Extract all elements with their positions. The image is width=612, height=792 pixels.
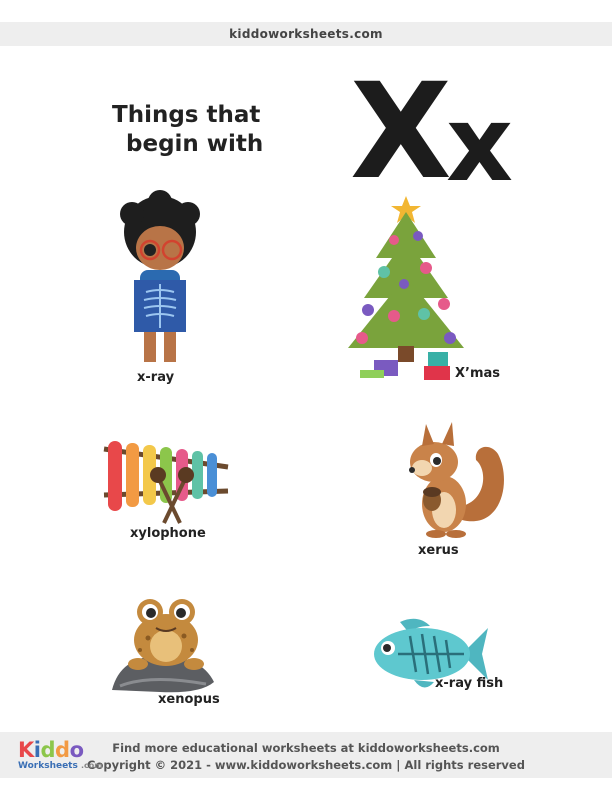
item-label-xylophone: xylophone [130,526,206,541]
logo-subtitle: Worksheets .com [18,761,103,771]
item-label-xerus: xerus [418,543,459,558]
lowercase-letter: x [446,83,514,205]
site-url: kiddoworksheets.com [229,27,383,41]
christmas-tree-icon [348,196,464,380]
site-header-bar: kiddoworksheets.com [0,22,612,46]
item-label-xmas: X’mas [455,366,501,381]
kiddo-logo[interactable]: Kiddo Worksheets .com [18,740,108,774]
logo-word: Kiddo [18,738,84,762]
title-line-1: Things that [112,102,261,128]
uppercase-letter: X [350,55,452,209]
squirrel-icon [409,422,504,538]
title-line-2: begin with [126,131,264,157]
item-label-xenopus: xenopus [158,692,220,707]
item-label-x-ray: x-ray [137,370,175,385]
item-label-x-ray-fish: x-ray fish [435,676,504,691]
frog-icon [112,599,214,693]
boy-holding-x-ray-icon [120,190,200,362]
xylophone-icon [103,441,229,524]
